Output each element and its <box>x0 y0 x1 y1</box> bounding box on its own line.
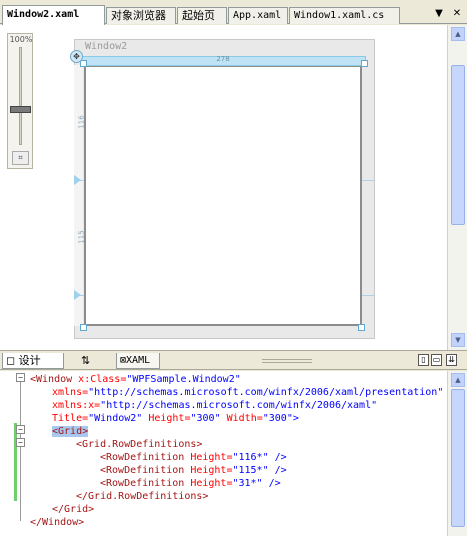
editor-scroll-up-icon[interactable]: ▲ <box>451 373 465 387</box>
code-token: x:Class= <box>72 374 127 385</box>
zoom-percent: 100% <box>9 35 33 44</box>
code-token: "31*" <box>232 478 263 489</box>
code-token: <RowDefinition <box>100 478 185 489</box>
tab-xaml[interactable]: ⊠XAML <box>116 353 160 369</box>
code-token: <RowDefinition <box>100 465 185 476</box>
code-token: xmlns:x= <box>52 400 101 411</box>
code-token: "http://schemas.microsoft.com/winfx/2006… <box>100 400 378 411</box>
horizontal-split-icon[interactable]: ▭ <box>431 354 442 366</box>
code-line[interactable]: </Window> <box>30 516 84 529</box>
code-token: Width= <box>220 413 263 424</box>
zoom-track <box>19 47 22 145</box>
move-handle-icon[interactable]: ✥ <box>70 50 83 63</box>
resize-grip-top-right[interactable] <box>361 60 368 67</box>
code-token: </Grid.RowDefinitions> <box>76 491 209 502</box>
code-line[interactable]: </Grid> <box>52 503 94 516</box>
code-token: Height= <box>142 413 191 424</box>
scroll-up-icon[interactable]: ▲ <box>451 27 465 41</box>
xaml-editor[interactable]: − − − <Window x:Class="WPFSample.Window2… <box>0 371 447 536</box>
code-token: /> <box>262 478 281 489</box>
tab-window1-xaml-cs[interactable]: Window1.xaml.cs <box>289 7 400 24</box>
code-token: /> <box>268 452 287 463</box>
tab-window2-xaml[interactable]: Window2.xaml <box>2 5 105 25</box>
grid-width-label: 278 <box>216 55 230 63</box>
view-switch-bar: ◻ 设计 ⇅ ⊠XAML ▯ ▭ ⇊ <box>0 350 467 370</box>
code-line[interactable]: <RowDefinition Height="116*" /> <box>100 451 287 464</box>
code-token: Title= <box>52 413 89 424</box>
code-token: <Grid.RowDefinitions> <box>76 439 203 450</box>
designer-scroll-thumb[interactable] <box>451 65 465 225</box>
code-line[interactable]: <RowDefinition Height="115*" /> <box>100 464 287 477</box>
fold-window-icon[interactable]: − <box>16 373 25 382</box>
code-line[interactable]: <Grid.RowDefinitions> <box>76 438 202 451</box>
resize-grip-bottom-right[interactable] <box>358 324 365 331</box>
outline-guide <box>20 381 21 521</box>
row-marker-2-icon[interactable] <box>74 290 81 300</box>
zoom-slider[interactable]: 100% ⌗ <box>7 33 33 169</box>
code-token: "WPFSample.Window2" <box>126 374 241 385</box>
code-line[interactable]: Title="Window2" Height="300" Width="300"… <box>52 412 299 425</box>
editor-scroll-thumb[interactable] <box>451 389 465 527</box>
designer-scrollbar[interactable]: ▲ ▼ <box>447 25 467 350</box>
code-token: <Grid> <box>52 426 89 437</box>
resize-grip-bottom-left[interactable] <box>80 324 87 331</box>
code-token: <Window <box>30 374 73 385</box>
grid-width-adorner[interactable]: 278 <box>80 55 366 66</box>
code-token: </Window> <box>30 517 85 528</box>
code-token: "115*" <box>232 465 269 476</box>
tab-app-xaml[interactable]: App.xaml <box>228 7 288 24</box>
row-marker-1-icon[interactable] <box>74 175 81 185</box>
pane-splitter[interactable] <box>262 359 312 363</box>
code-line[interactable]: <Grid> <box>52 425 89 438</box>
scroll-down-icon[interactable]: ▼ <box>451 333 465 347</box>
code-token: "116*" <box>232 452 269 463</box>
code-token: /> <box>268 465 287 476</box>
code-token: "300" <box>190 413 221 424</box>
fit-to-window-icon[interactable]: ⌗ <box>12 151 29 165</box>
document-tab-strip: Window2.xaml 对象浏览器 起始页 App.xaml Window1.… <box>0 0 467 25</box>
zoom-knob[interactable] <box>10 106 31 113</box>
code-token: Height= <box>184 478 233 489</box>
editor-scrollbar[interactable]: ▲ <box>447 371 467 536</box>
code-line[interactable]: </Grid.RowDefinitions> <box>76 490 208 503</box>
collapse-pane-icon[interactable]: ⇊ <box>446 354 457 366</box>
code-token: Height= <box>184 465 233 476</box>
code-token: > <box>292 413 299 424</box>
window-preview-title: Window2 <box>85 41 128 52</box>
fold-grid-icon[interactable]: − <box>16 425 25 434</box>
tab-start-page[interactable]: 起始页 <box>177 7 227 24</box>
code-token: "Window2" <box>88 413 143 424</box>
xaml-tab-label: XAML <box>126 355 151 366</box>
close-icon[interactable]: ✕ <box>450 7 464 21</box>
code-line[interactable]: xmlns="http://schemas.microsoft.com/winf… <box>52 386 443 399</box>
code-token: </Grid> <box>52 504 95 515</box>
code-token: Height= <box>184 452 233 463</box>
code-token: xmlns= <box>52 387 89 398</box>
tab-dropdown-icon[interactable]: ▼ <box>432 7 446 21</box>
tab-design[interactable]: ◻ 设计 <box>2 353 64 369</box>
code-line[interactable]: <Window x:Class="WPFSample.Window2" <box>30 373 241 386</box>
vertical-split-icon[interactable]: ▯ <box>418 354 429 366</box>
code-line[interactable]: xmlns:x="http://schemas.microsoft.com/wi… <box>52 399 377 412</box>
swap-panes-icon[interactable]: ⇅ <box>78 353 93 369</box>
code-token: <RowDefinition <box>100 452 185 463</box>
code-token: "http://schemas.microsoft.com/winfx/2006… <box>88 387 444 398</box>
changed-lines-marker <box>14 423 17 501</box>
design-view-icon: ◻ <box>6 354 16 367</box>
code-token: "300" <box>262 413 293 424</box>
tab-object-browser[interactable]: 对象浏览器 <box>106 7 176 24</box>
fold-rowdefs-icon[interactable]: − <box>16 438 25 447</box>
row-ruler <box>74 65 83 326</box>
grid-element[interactable] <box>84 65 362 326</box>
code-line[interactable]: <RowDefinition Height="31*" /> <box>100 477 281 490</box>
design-tab-label: 设计 <box>18 354 41 367</box>
